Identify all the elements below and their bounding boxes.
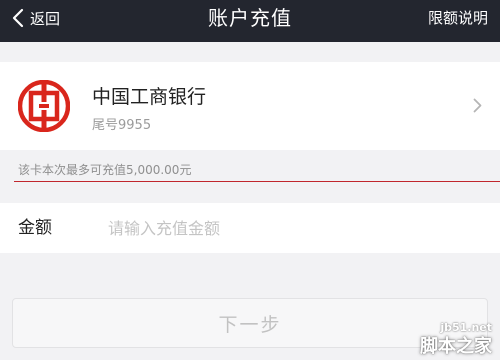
page-title: 账户充值 <box>208 6 292 30</box>
watermark: jb51.net 脚本之家 <box>420 321 492 358</box>
chevron-right-icon <box>473 98 482 113</box>
amount-label: 金额 <box>18 218 52 238</box>
amount-row: 金额 <box>0 203 500 253</box>
recharge-limit-hint: 该卡本次最多可充值5,000.00元 <box>18 163 192 177</box>
bank-name: 中国工商银行 <box>92 86 207 108</box>
amount-input[interactable] <box>108 213 478 243</box>
icbc-logo-icon <box>18 80 70 132</box>
bank-card-row[interactable]: 中国工商银行 尾号9955 <box>0 62 500 150</box>
watermark-name: 脚本之家 <box>420 336 492 357</box>
next-step-button[interactable]: 下一步 <box>12 298 488 348</box>
hint-divider <box>14 181 500 182</box>
card-tail-number: 尾号9955 <box>92 118 152 133</box>
top-navigation-bar: 返回 账户充值 限额说明 <box>0 0 500 42</box>
limit-info-link[interactable]: 限额说明 <box>428 0 488 36</box>
